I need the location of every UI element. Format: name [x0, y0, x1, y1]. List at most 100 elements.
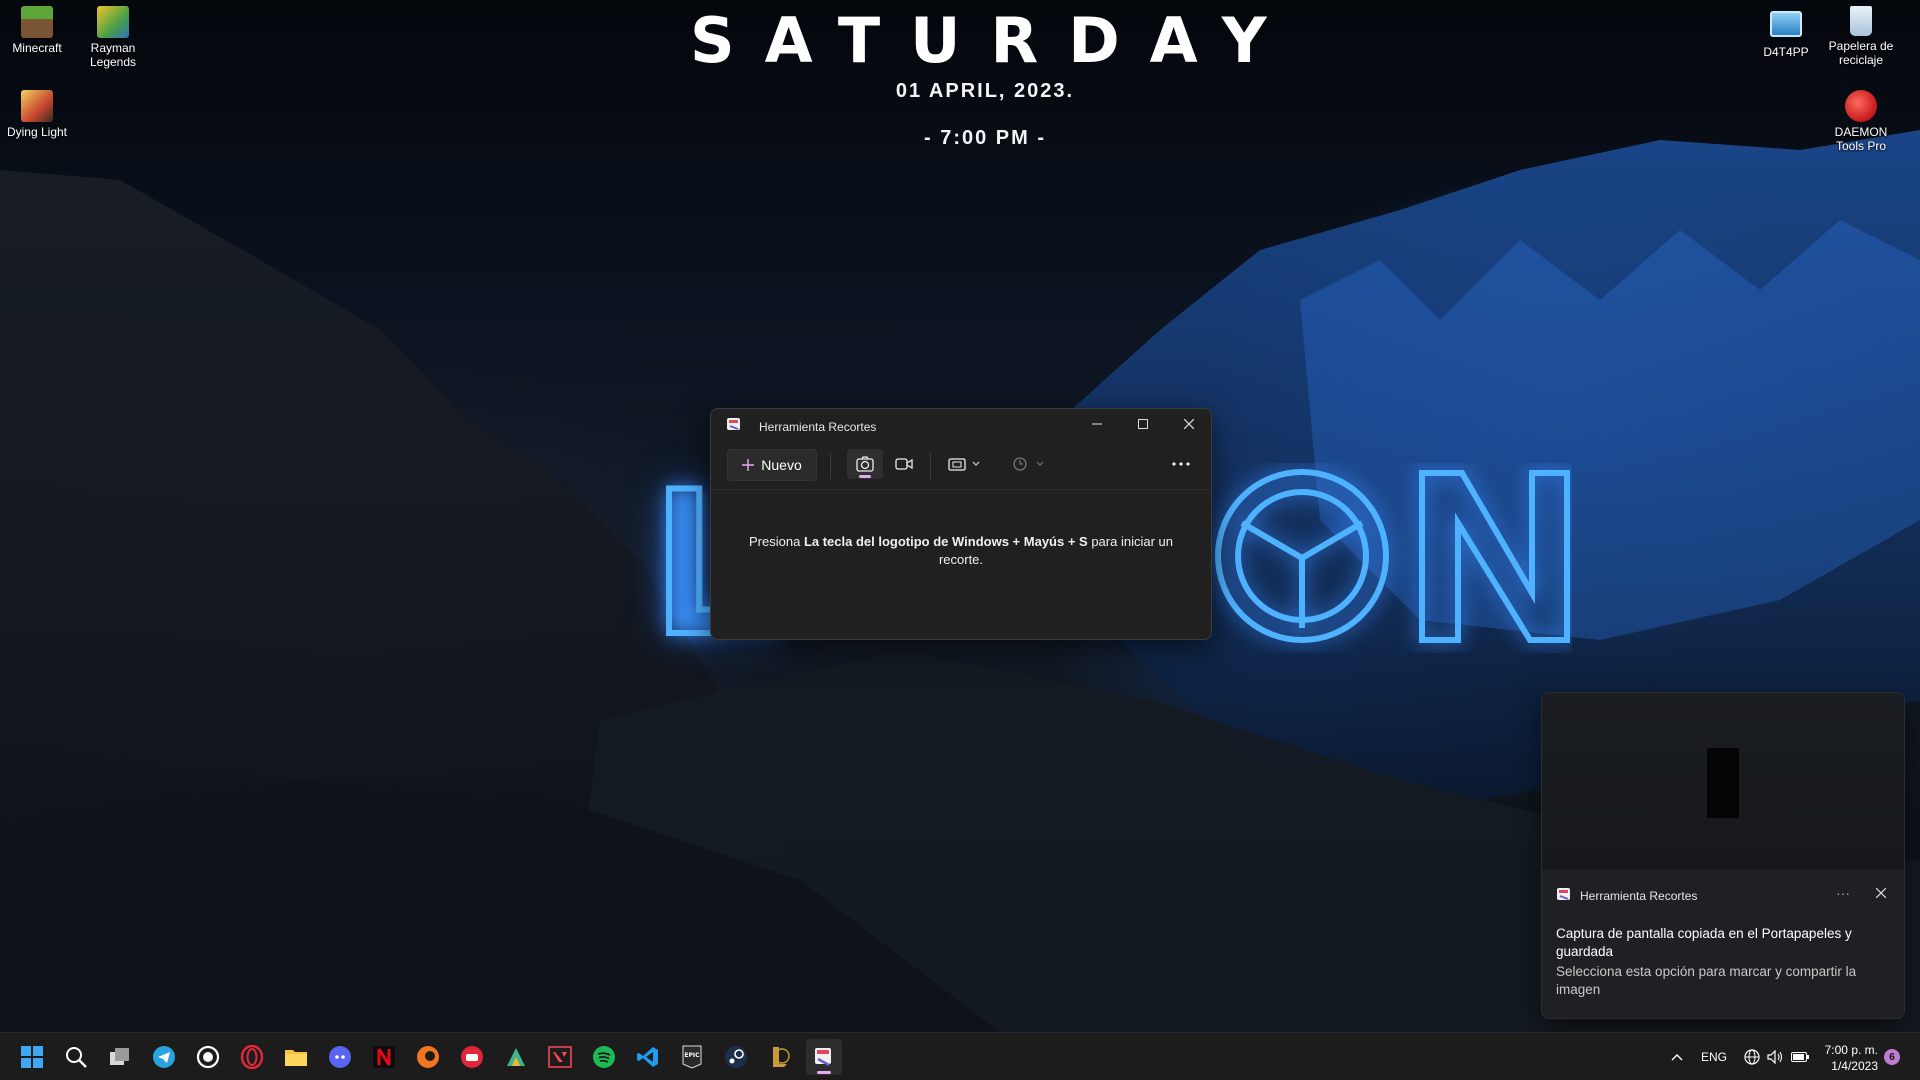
- chevron-up-icon: [1671, 1054, 1683, 1061]
- task-view-button[interactable]: [102, 1039, 138, 1075]
- taskbar-crunchyroll[interactable]: [410, 1039, 446, 1075]
- desktop-icon-label: Minecraft: [12, 41, 62, 55]
- taskbar-opera[interactable]: [234, 1039, 270, 1075]
- taskbar-discord[interactable]: [322, 1039, 358, 1075]
- screenshot-preview[interactable]: [1542, 693, 1904, 869]
- desktop-icon-rayman-legends[interactable]: Rayman Legends: [75, 6, 151, 69]
- network-button[interactable]: [1740, 1039, 1764, 1075]
- notification-body: Selecciona esta opción para marcar y com…: [1556, 964, 1857, 997]
- steam-icon: [725, 1046, 747, 1068]
- camera-icon: [856, 456, 874, 472]
- new-snip-button[interactable]: Nuevo: [727, 449, 817, 481]
- red-game-icon: [461, 1046, 483, 1068]
- rayman-legends-icon: [97, 6, 129, 38]
- desktop-icon-label: Papelera de reciclaje: [1828, 39, 1894, 67]
- taskbar-league-of-legends[interactable]: [762, 1039, 798, 1075]
- folder-icon: [285, 1050, 307, 1066]
- battery-icon: [1791, 1052, 1809, 1062]
- video-camera-icon: [895, 458, 913, 470]
- language-indicator[interactable]: ENG: [1701, 1050, 1727, 1064]
- desktop-icon-recycle-bin[interactable]: Papelera de reciclaje: [1823, 6, 1899, 67]
- toolbar-bottom-border: [711, 489, 1211, 490]
- taskbar-whatsapp[interactable]: [190, 1039, 226, 1075]
- close-button[interactable]: [1167, 409, 1211, 439]
- taskbar-design-app[interactable]: [498, 1039, 534, 1075]
- desktop-icon-label: Dying Light: [6, 125, 68, 139]
- notification-app-name: Herramienta Recortes: [1580, 889, 1698, 903]
- screenshot-mode-button[interactable]: [847, 449, 883, 479]
- taskbar-date: 1/4/2023: [1831, 1059, 1878, 1073]
- more-dots-icon: [1172, 462, 1190, 466]
- taskbar-vscode[interactable]: [630, 1039, 666, 1075]
- desktop-icon-label: DAEMON Tools Pro: [1834, 125, 1888, 153]
- desktop-icon-d4t4pp[interactable]: D4T4PP: [1748, 6, 1824, 59]
- taskbar-telegram[interactable]: [146, 1039, 182, 1075]
- minimize-icon: [1092, 423, 1102, 425]
- netflix-icon: [373, 1046, 395, 1068]
- minimize-button[interactable]: [1075, 409, 1119, 439]
- speaker-icon: [1767, 1050, 1783, 1064]
- delay-timer-dropdown[interactable]: [1005, 449, 1053, 479]
- notification-count-badge[interactable]: 6: [1884, 1049, 1900, 1065]
- notification-toast[interactable]: Herramienta Recortes ··· Captura de pant…: [1541, 692, 1905, 1019]
- instruction-message: Presiona La tecla del logotipo de Window…: [731, 533, 1191, 569]
- rectangle-snip-icon: [948, 458, 980, 471]
- taskbar-spotify[interactable]: [586, 1039, 622, 1075]
- spotify-icon: [593, 1046, 615, 1068]
- taskbar-steam[interactable]: [718, 1039, 754, 1075]
- widget-time: - 7:00 PM -: [923, 127, 1047, 149]
- daemon-tools-icon: [1845, 90, 1877, 122]
- snipping-tool-app-icon: [1557, 888, 1570, 900]
- close-icon: [1184, 419, 1194, 429]
- snipping-tool-icon: [815, 1048, 831, 1067]
- snipping-tool-window[interactable]: Herramienta Recortes Nuevo Presiona La t…: [710, 408, 1212, 640]
- start-button[interactable]: [14, 1039, 50, 1075]
- window-title: Herramienta Recortes: [759, 420, 877, 434]
- clock-icon: [1013, 457, 1044, 471]
- epic-games-icon: EPIC: [682, 1045, 702, 1069]
- more-options-button[interactable]: [1163, 449, 1199, 479]
- windows-logo-icon: [21, 1046, 43, 1068]
- maximize-button[interactable]: [1121, 409, 1165, 439]
- vscode-icon: [637, 1047, 658, 1067]
- maximize-icon: [1138, 419, 1148, 429]
- valorant-icon: [548, 1046, 572, 1068]
- close-icon: [1876, 888, 1886, 898]
- dying-light-icon: [21, 90, 53, 122]
- taskbar-red-app[interactable]: [454, 1039, 490, 1075]
- opera-icon: [240, 1045, 264, 1069]
- desktop-icon-dying-light[interactable]: Dying Light: [0, 90, 75, 139]
- desktop-icon-label: D4T4PP: [1763, 45, 1809, 59]
- search-button[interactable]: [58, 1039, 94, 1075]
- design-app-icon: [507, 1048, 525, 1066]
- league-of-legends-icon: [773, 1047, 790, 1067]
- notification-more-button[interactable]: ···: [1831, 881, 1855, 905]
- taskbar-valorant[interactable]: [542, 1039, 578, 1075]
- volume-button[interactable]: [1764, 1039, 1788, 1075]
- taskbar-time: 7:00 p. m.: [1824, 1043, 1878, 1057]
- show-hidden-icons-button[interactable]: [1664, 1039, 1690, 1075]
- video-mode-button[interactable]: [886, 449, 922, 479]
- taskbar-file-explorer[interactable]: [278, 1039, 314, 1075]
- running-indicator: [817, 1071, 831, 1074]
- desktop-icon-minecraft[interactable]: Minecraft: [0, 6, 75, 55]
- new-snip-label: Nuevo: [761, 457, 802, 473]
- desktop-icon-daemon-tools[interactable]: DAEMON Tools Pro: [1823, 90, 1899, 153]
- wallpaper-logo-emblem: [1215, 469, 1570, 643]
- toolbar-divider: [830, 453, 831, 479]
- globe-icon: [1744, 1049, 1760, 1065]
- notification-close-button[interactable]: [1869, 881, 1893, 905]
- widget-date: 01 APRIL, 2023.: [895, 80, 1075, 102]
- svg-text:EPIC: EPIC: [684, 1052, 700, 1059]
- telegram-icon: [153, 1046, 175, 1068]
- taskbar: EPIC ENG 7:00 p. m. 1/4/2023 6: [0, 1032, 1920, 1080]
- whatsapp-icon: [196, 1045, 220, 1069]
- snip-shape-dropdown[interactable]: [941, 449, 989, 479]
- taskbar-netflix[interactable]: [366, 1039, 402, 1075]
- taskbar-snipping-tool[interactable]: [806, 1039, 842, 1075]
- desktop-icon-label: Rayman Legends: [89, 41, 137, 69]
- notification-title: Captura de pantalla copiada en el Portap…: [1556, 926, 1852, 959]
- message-prefix: Presiona: [749, 534, 804, 549]
- taskbar-epic-games[interactable]: EPIC: [674, 1039, 710, 1075]
- taskbar-clock[interactable]: 7:00 p. m. 1/4/2023: [1808, 1042, 1878, 1074]
